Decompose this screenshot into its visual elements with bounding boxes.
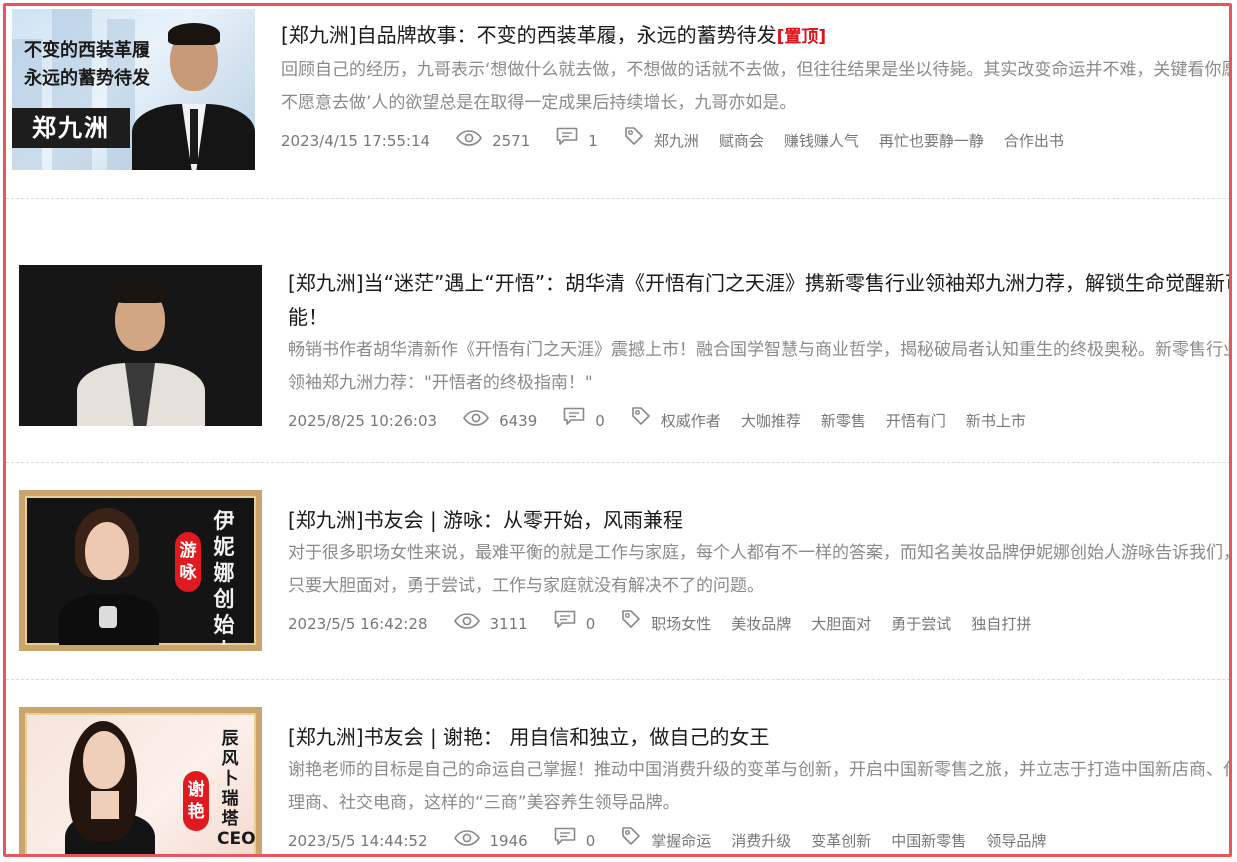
thumb-name-banner: 郑九洲 <box>12 108 130 148</box>
article-date: 2023/5/5 16:42:28 <box>288 615 428 633</box>
thumb-vertical-caption: 伊妮娜创始人 <box>213 509 235 651</box>
thumb-name-pill: 游咏 <box>175 532 201 592</box>
comment-icon <box>563 406 585 436</box>
article-meta: 2025/8/25 10:26:03 6439 0 权威作者 大咖推荐 新零售 … <box>288 406 1229 436</box>
article-info: [郑九洲]当“迷茫”遇上“开悟”：胡华清《开悟有门之天涯》携新零售行业领袖郑九洲… <box>288 266 1232 436</box>
article-date: 2023/5/5 14:44:52 <box>288 832 428 850</box>
tag-icon <box>624 126 644 156</box>
comment-count: 0 <box>585 615 596 633</box>
article-info: [郑九洲]书友会 | 游咏：从零开始，风雨兼程 对于很多职场女性来说，最难平衡的… <box>288 503 1232 639</box>
article-info: [郑九洲]书友会 | 谢艳： 用自信和独立，做自己的女王 谢艳老师的目标是自己的… <box>288 720 1232 854</box>
article-tag[interactable]: 掌握命运 <box>651 826 711 854</box>
view-count: 3111 <box>489 615 528 633</box>
article-meta: 2023/4/15 17:55:14 2571 1 郑九洲 赋商会 赚钱赚人气 … <box>281 126 1229 156</box>
thumb-caption-line2: 永远的蓄势待发 <box>24 68 150 89</box>
article-title[interactable]: [郑九洲]当“迷茫”遇上“开悟”：胡华清《开悟有门之天涯》携新零售行业领袖郑九洲… <box>288 266 1229 334</box>
article-tag[interactable]: 消费升级 <box>731 826 791 854</box>
article-info: [郑九洲]自品牌故事：不变的西装革履，永远的蓄势待发[置顶] 回顾自己的经历，九… <box>281 18 1232 156</box>
eye-icon <box>453 609 480 639</box>
article-tag[interactable]: 变革创新 <box>811 826 871 854</box>
article-list: 不变的西装革履 永远的蓄势待发 郑九洲 [郑九洲]自品牌故事：不变的西装革履，永… <box>3 3 1232 857</box>
article-title[interactable]: [郑九洲]书友会 | 游咏：从零开始，风雨兼程 <box>288 503 1229 537</box>
divider <box>6 462 1229 463</box>
pinned-badge: [置顶] <box>776 27 827 47</box>
article-thumbnail[interactable]: 不变的西装革履 永远的蓄势待发 郑九洲 <box>12 9 255 170</box>
article-tag[interactable]: 赋商会 <box>719 126 764 156</box>
eye-icon <box>463 406 490 436</box>
article-date: 2025/8/25 10:26:03 <box>288 412 438 430</box>
article-title[interactable]: [郑九洲]书友会 | 谢艳： 用自信和独立，做自己的女王 <box>288 720 1229 754</box>
thumb-vertical-caption: 辰风卜瑞塔CEO <box>217 729 256 849</box>
article-tag[interactable]: 勇于尝试 <box>891 609 951 639</box>
article-tag[interactable]: 中国新零售 <box>891 826 966 854</box>
article-excerpt: 畅销书作者胡华清新作《开悟有门之天涯》震撼上市！融合国学智慧与商业哲学，揭秘破局… <box>288 340 1232 393</box>
article-meta: 2023/5/5 14:44:52 1946 0 掌握命运 消费升级 变革创新 … <box>288 826 1229 854</box>
view-count: 2571 <box>492 132 531 150</box>
view-count: 1946 <box>489 832 528 850</box>
article-excerpt: 对于很多职场女性来说，最难平衡的就是工作与家庭，每个人都有不一样的答案，而知名美… <box>288 543 1232 596</box>
article-thumbnail[interactable] <box>19 265 262 426</box>
tag-icon <box>621 826 641 854</box>
article-tag[interactable]: 赚钱赚人气 <box>784 126 859 156</box>
divider <box>6 198 1229 199</box>
tag-icon <box>621 609 641 639</box>
article-excerpt: 谢艳老师的目标是自己的命运自己掌握！推动中国消费升级的变革与创新，开启中国新零售… <box>288 760 1232 813</box>
article-tag[interactable]: 合作出书 <box>1004 126 1064 156</box>
comment-count: 1 <box>588 132 598 150</box>
article-tag[interactable]: 美妆品牌 <box>731 609 791 639</box>
article-tag[interactable]: 大咖推荐 <box>741 406 801 436</box>
article-tag[interactable]: 再忙也要静一静 <box>879 126 984 156</box>
comment-icon <box>556 126 578 156</box>
thumb-caption-line1: 不变的西装革履 <box>24 40 150 61</box>
comment-icon <box>554 609 576 639</box>
article-tag[interactable]: 郑九洲 <box>654 126 699 156</box>
divider <box>6 679 1229 680</box>
article-tag[interactable]: 开悟有门 <box>886 406 946 436</box>
article-tag[interactable]: 职场女性 <box>651 609 711 639</box>
article-title[interactable]: [郑九洲]自品牌故事：不变的西装革履，永远的蓄势待发[置顶] <box>281 18 1229 54</box>
comment-count: 0 <box>595 412 605 430</box>
article-tag[interactable]: 权威作者 <box>661 406 721 436</box>
eye-icon <box>456 126 483 156</box>
article-tag[interactable]: 新书上市 <box>966 406 1026 436</box>
comment-icon <box>554 826 576 854</box>
tag-icon <box>631 406 651 436</box>
thumb-name-pill: 谢艳 <box>183 771 209 831</box>
article-tag[interactable]: 领导品牌 <box>986 826 1046 854</box>
article-thumbnail[interactable]: 游咏 伊妮娜创始人 <box>19 490 262 651</box>
article-tag[interactable]: 新零售 <box>821 406 866 436</box>
article-excerpt: 回顾自己的经历，九哥表示‘想做什么就去做，不想做的话就不去做，但往往结果是坐以待… <box>281 60 1232 113</box>
article-tag[interactable]: 独自打拼 <box>971 609 1031 639</box>
article-title-text[interactable]: [郑九洲]自品牌故事：不变的西装革履，永远的蓄势待发 <box>281 23 777 47</box>
article-date: 2023/4/15 17:55:14 <box>281 132 431 150</box>
view-count: 6439 <box>499 412 538 430</box>
article-tag[interactable]: 大胆面对 <box>811 609 871 639</box>
article-thumbnail[interactable]: 谢艳 辰风卜瑞塔CEO <box>19 707 262 854</box>
article-meta: 2023/5/5 16:42:28 3111 0 职场女性 美妆品牌 大胆面对 … <box>288 609 1229 639</box>
comment-count: 0 <box>585 832 596 850</box>
eye-icon <box>453 826 480 854</box>
